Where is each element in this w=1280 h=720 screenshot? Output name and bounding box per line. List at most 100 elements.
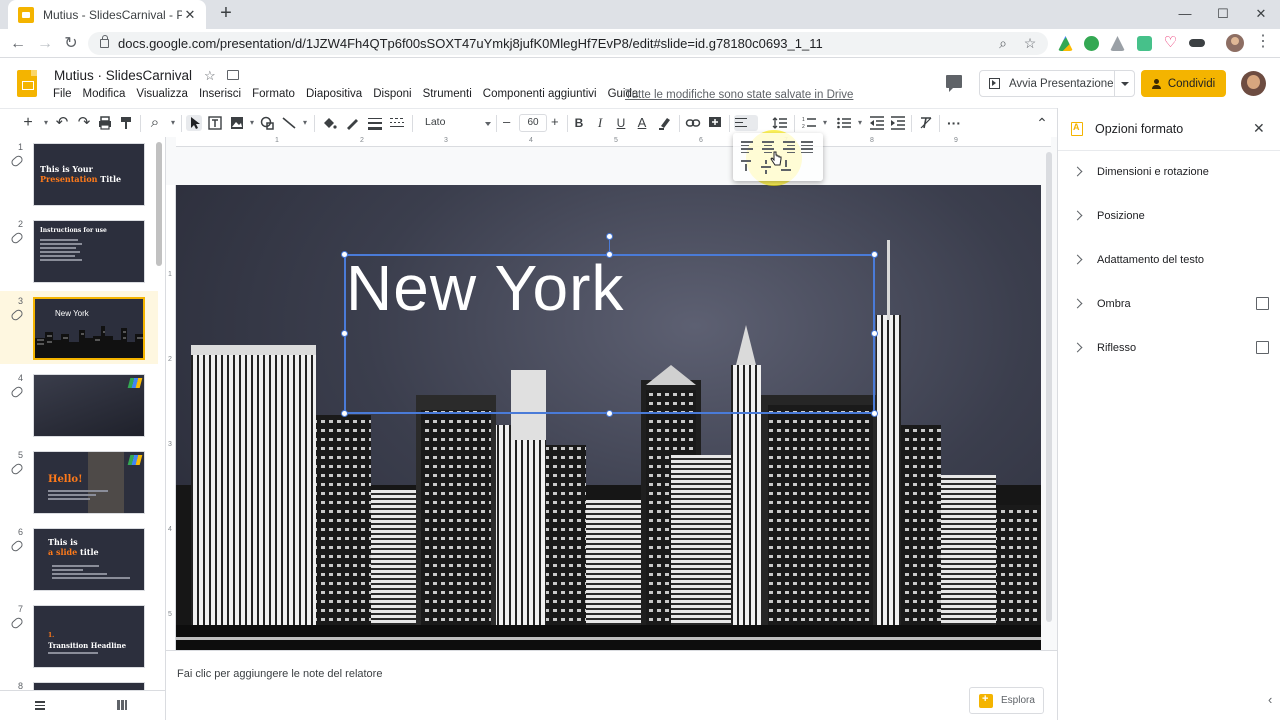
canvas-scrollbar[interactable]: [1046, 152, 1052, 622]
underline-button[interactable]: U: [613, 115, 629, 131]
extension-green-icon[interactable]: [1084, 36, 1099, 51]
text-color-button[interactable]: A: [634, 115, 650, 131]
menu-diapositiva[interactable]: Diapositiva: [306, 88, 362, 100]
back-button[interactable]: ←: [7, 33, 29, 55]
browser-profile-avatar[interactable]: [1226, 34, 1244, 52]
collapse-toolbar-icon[interactable]: ⌃: [1034, 115, 1050, 131]
insert-image-icon[interactable]: [229, 115, 245, 131]
heart-extension-icon[interactable]: ♡: [1163, 35, 1178, 51]
menu-formato[interactable]: Formato: [252, 88, 295, 100]
decrease-indent-icon[interactable]: [869, 115, 885, 131]
slides-logo-icon[interactable]: [17, 70, 37, 97]
slide-thumb-row[interactable]: 4: [0, 368, 158, 441]
extension-grey-icon[interactable]: [1110, 36, 1125, 51]
menu-componenti-aggiuntivi[interactable]: Componenti aggiuntivi: [483, 88, 597, 100]
slide-thumb-row[interactable]: 2 Instructions for use: [0, 214, 158, 287]
resize-handle-s[interactable]: [606, 410, 613, 417]
speaker-notes[interactable]: Fai clic per aggiungere le note del rela…: [166, 650, 1057, 720]
clear-formatting-icon[interactable]: [918, 115, 934, 131]
reflection-checkbox[interactable]: [1256, 341, 1269, 354]
slide-thumbnail[interactable]: 1. Transition Headline: [33, 605, 145, 668]
slide-thumb-row[interactable]: 6 This is a slide title: [0, 522, 158, 595]
text-box-icon[interactable]: [207, 115, 223, 131]
zoom-caret-icon[interactable]: ▾: [165, 115, 181, 131]
bulleted-caret-icon[interactable]: ▾: [852, 115, 868, 131]
increase-indent-icon[interactable]: [890, 115, 906, 131]
menu-strumenti[interactable]: Strumenti: [423, 88, 472, 100]
slide-canvas[interactable]: New York: [176, 185, 1041, 650]
menu-file[interactable]: File: [53, 88, 72, 100]
increase-font-size-button[interactable]: +: [551, 114, 563, 129]
menu-disponi[interactable]: Disponi: [373, 88, 411, 100]
line-icon[interactable]: [281, 115, 297, 131]
slide-thumb-row[interactable]: 5 Hello!: [0, 445, 158, 518]
saved-status-link[interactable]: Tutte le modifiche sono state salvate in…: [625, 89, 853, 101]
resize-handle-n[interactable]: [606, 251, 613, 258]
filmstrip-view-icon[interactable]: [35, 701, 45, 710]
drive-extension-icon[interactable]: [1058, 36, 1073, 51]
slide-thumbnail[interactable]: New York: [33, 297, 145, 360]
font-caret-icon[interactable]: [485, 122, 491, 126]
section-position[interactable]: Posizione: [1058, 195, 1280, 239]
glasses-extension-icon[interactable]: [1189, 39, 1205, 47]
tab-close-icon[interactable]: ✕: [182, 7, 198, 23]
bookmark-star-icon[interactable]: ☆: [1021, 34, 1039, 52]
shadow-checkbox[interactable]: [1256, 297, 1269, 310]
align-left-option[interactable]: [741, 141, 757, 155]
forward-button[interactable]: →: [34, 33, 56, 55]
print-icon[interactable]: [97, 115, 113, 131]
numbered-list-icon[interactable]: 12: [801, 115, 817, 131]
font-family-select[interactable]: Lato: [425, 116, 445, 128]
align-button[interactable]: [734, 115, 758, 131]
resize-handle-nw[interactable]: [341, 251, 348, 258]
move-folder-icon[interactable]: [227, 70, 239, 80]
numbered-caret-icon[interactable]: ▾: [817, 115, 833, 131]
panel-close-icon[interactable]: ✕: [1253, 120, 1265, 137]
resize-handle-ne[interactable]: [871, 251, 878, 258]
maximize-button[interactable]: ☐: [1204, 0, 1242, 29]
share-button[interactable]: Condividi: [1141, 70, 1226, 97]
paint-format-icon[interactable]: [118, 115, 134, 131]
zoom-icon[interactable]: ⌕: [994, 34, 1012, 52]
rotation-handle[interactable]: [606, 233, 613, 240]
section-text-fitting[interactable]: Adattamento del testo: [1058, 239, 1280, 283]
undo-button[interactable]: ↶: [54, 115, 70, 131]
font-size-input[interactable]: 60: [519, 114, 547, 132]
more-button[interactable]: ···: [946, 115, 962, 131]
resize-handle-w[interactable]: [341, 330, 348, 337]
fill-color-icon[interactable]: [321, 115, 337, 131]
select-tool-icon[interactable]: [186, 115, 202, 131]
speaker-notes-placeholder[interactable]: Fai clic per aggiungere le note del rela…: [177, 668, 382, 680]
new-slide-button[interactable]: +: [20, 115, 36, 131]
present-button[interactable]: Avvia Presentazione: [979, 70, 1135, 97]
align-top-option[interactable]: [741, 160, 757, 174]
align-right-option[interactable]: [781, 141, 797, 155]
comment-history-icon[interactable]: [946, 75, 962, 92]
explore-button[interactable]: Esplora: [969, 687, 1044, 714]
doc-title[interactable]: Mutius · SlidesCarnival: [54, 68, 192, 83]
image-caret-icon[interactable]: ▾: [244, 115, 260, 131]
new-slide-caret-icon[interactable]: ▾: [38, 115, 54, 131]
shape-icon[interactable]: [259, 115, 275, 131]
minimize-button[interactable]: —: [1166, 0, 1204, 29]
filmstrip-scrollbar[interactable]: [156, 142, 162, 266]
account-avatar[interactable]: [1241, 71, 1266, 96]
reload-button[interactable]: ↻: [60, 33, 82, 55]
align-bottom-option[interactable]: [781, 160, 797, 174]
slide-thumbnail[interactable]: This is Your Presentation Title: [33, 143, 145, 206]
slide-thumb-row[interactable]: 1 This is Your Presentation Title: [0, 137, 158, 210]
redo-button[interactable]: ↷: [76, 115, 92, 131]
line-caret-icon[interactable]: ▾: [297, 115, 313, 131]
menu-visualizza[interactable]: Visualizza: [136, 88, 188, 100]
slide-thumbnail[interactable]: [33, 682, 145, 690]
zoom-button[interactable]: ⌕: [147, 115, 163, 131]
text-box-selection[interactable]: [344, 254, 875, 414]
slide-thumb-row[interactable]: 7 1. Transition Headline: [0, 599, 158, 672]
border-dash-icon[interactable]: [389, 115, 405, 131]
side-panel-collapse-icon[interactable]: ‹: [1268, 692, 1272, 707]
section-size-rotation[interactable]: Dimensioni e rotazione: [1058, 151, 1280, 195]
star-icon[interactable]: ☆: [204, 68, 216, 84]
slide-thumbnail[interactable]: This is a slide title: [33, 528, 145, 591]
section-reflection[interactable]: Riflesso: [1058, 327, 1280, 371]
slide-thumbnail[interactable]: [33, 374, 145, 437]
